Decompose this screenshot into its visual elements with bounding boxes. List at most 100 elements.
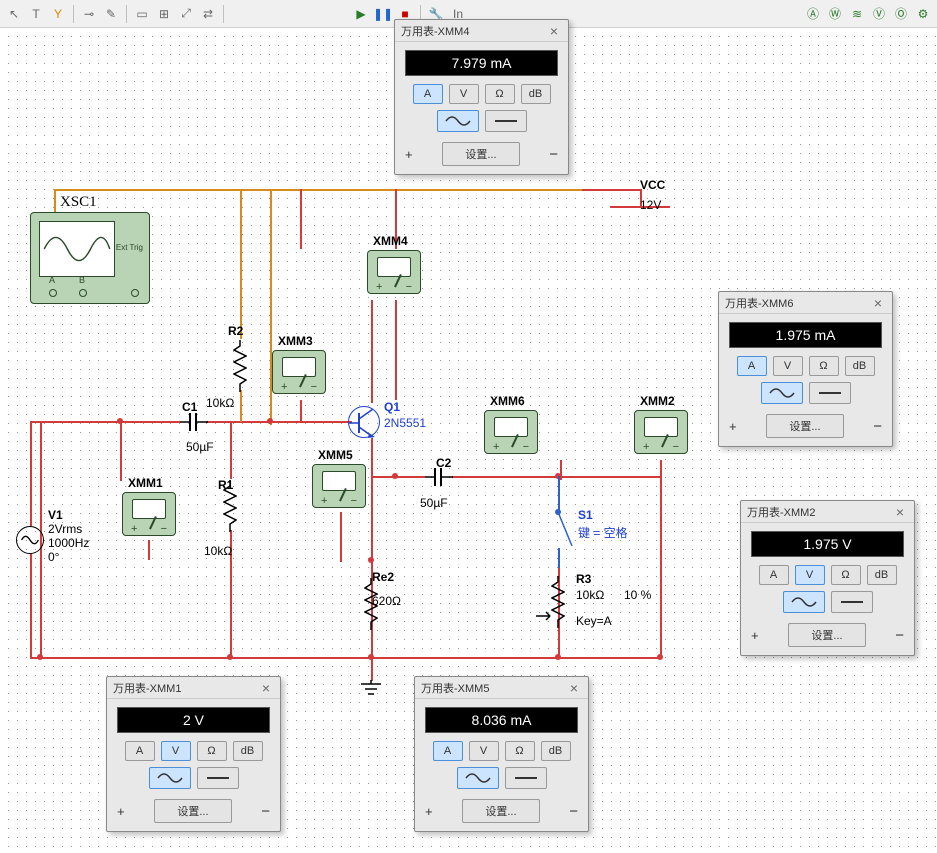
mode-a-button[interactable]: A — [759, 565, 789, 585]
panel-title: 万用表-XMM1 — [113, 680, 181, 696]
panel-xmm4[interactable]: 万用表-XMM4 × 7.979 mA A V Ω dB + 设置... − — [394, 19, 569, 175]
capacitor-c2[interactable] — [425, 465, 453, 489]
switch-s1[interactable] — [558, 512, 574, 548]
close-icon[interactable]: × — [566, 681, 582, 695]
xmm2-label: XMM2 — [640, 394, 675, 408]
mode-db-button[interactable]: dB — [845, 356, 875, 376]
resistor-re2[interactable] — [364, 578, 378, 630]
multimeter-xmm5[interactable]: +− — [312, 464, 366, 508]
mode-v-button[interactable]: V — [469, 741, 499, 761]
wire — [395, 300, 397, 400]
instrument-o-icon[interactable]: Ⓞ — [891, 4, 911, 24]
panel-title: 万用表-XMM5 — [421, 680, 489, 696]
panel-xmm5[interactable]: 万用表-XMM5 × 8.036 mA A V Ω dB + 设置... − — [414, 676, 589, 832]
multimeter-xmm6[interactable]: +− — [484, 410, 538, 454]
wave-ac-button[interactable] — [457, 767, 499, 789]
mode-db-button[interactable]: dB — [541, 741, 571, 761]
settings-button[interactable]: 设置... — [442, 142, 519, 166]
wave-ac-button[interactable] — [783, 591, 825, 613]
run-button[interactable]: ▶ — [351, 4, 371, 24]
mode-ohm-button[interactable]: Ω — [505, 741, 535, 761]
tool-text-icon[interactable]: T — [26, 4, 46, 24]
mode-ohm-button[interactable]: Ω — [485, 84, 515, 104]
tool-layout-icon[interactable]: ⊞ — [154, 4, 174, 24]
close-icon[interactable]: × — [870, 296, 886, 310]
s1-name: S1 — [578, 508, 593, 522]
mode-db-button[interactable]: dB — [867, 565, 897, 585]
wave-dc-button[interactable] — [485, 110, 527, 132]
close-icon[interactable]: × — [258, 681, 274, 695]
tool-swap-icon[interactable]: ⇄ — [198, 4, 218, 24]
pause-button[interactable]: ❚❚ — [373, 4, 393, 24]
mode-a-button[interactable]: A — [433, 741, 463, 761]
c1-val: 50µF — [186, 440, 214, 454]
wave-dc-button[interactable] — [505, 767, 547, 789]
settings-button[interactable]: 设置... — [788, 623, 865, 647]
instrument-sig-icon[interactable]: ≋ — [847, 4, 867, 24]
ac-source-v1[interactable] — [16, 526, 44, 554]
mode-ohm-button[interactable]: Ω — [809, 356, 839, 376]
capacitor-c1[interactable] — [180, 410, 208, 434]
instrument-v-icon[interactable]: Ⓥ — [869, 4, 889, 24]
junction-node — [392, 473, 398, 479]
wire — [30, 421, 32, 509]
multimeter-xmm3[interactable]: +− — [272, 350, 326, 394]
mode-v-button[interactable]: V — [161, 741, 191, 761]
minus-terminal: − — [895, 627, 904, 644]
wire — [340, 512, 342, 562]
wave-ac-button[interactable] — [761, 382, 803, 404]
q1-model: 2N5551 — [384, 416, 426, 430]
tool-pin-icon[interactable]: ⊸ — [79, 4, 99, 24]
vcc-val: 12V — [640, 198, 661, 212]
close-icon[interactable]: × — [892, 505, 908, 519]
mode-v-button[interactable]: V — [773, 356, 803, 376]
minus-terminal: − — [873, 418, 882, 435]
mode-db-button[interactable]: dB — [521, 84, 551, 104]
mode-ohm-button[interactable]: Ω — [197, 741, 227, 761]
settings-button[interactable]: 设置... — [766, 414, 843, 438]
wire — [300, 189, 302, 249]
multimeter-xmm4[interactable]: +− — [367, 250, 421, 294]
resistor-r1[interactable] — [223, 480, 237, 532]
tool-scale-icon[interactable]: ⤢ — [176, 4, 196, 24]
settings-icon[interactable]: ⚙ — [913, 4, 933, 24]
wave-ac-button[interactable] — [437, 110, 479, 132]
multimeter-xmm2[interactable]: +− — [634, 410, 688, 454]
mode-v-button[interactable]: V — [795, 565, 825, 585]
tool-group-icon[interactable]: ▭ — [132, 4, 152, 24]
r2-val: 10kΩ — [206, 396, 234, 410]
wire — [230, 421, 232, 479]
wave-dc-button[interactable] — [809, 382, 851, 404]
oscilloscope-xsc1[interactable]: Ext Trig A B — [30, 212, 150, 304]
r3-pct: 10 % — [624, 588, 651, 602]
wave-dc-button[interactable] — [831, 591, 873, 613]
instrument-w-icon[interactable]: Ⓦ — [825, 4, 845, 24]
tool-pencil-icon[interactable]: ✎ — [101, 4, 121, 24]
instrument-a-icon[interactable]: Ⓐ — [803, 4, 823, 24]
r1-val: 10kΩ — [204, 544, 232, 558]
resistor-r2[interactable] — [233, 340, 247, 392]
close-icon[interactable]: × — [546, 24, 562, 38]
mode-v-button[interactable]: V — [449, 84, 479, 104]
mode-ohm-button[interactable]: Ω — [831, 565, 861, 585]
s1-key: 键 = 空格 — [578, 524, 628, 541]
settings-button[interactable]: 设置... — [154, 799, 231, 823]
tool-select-icon[interactable]: ↖ — [4, 4, 24, 24]
transistor-q1[interactable] — [348, 406, 380, 438]
wave-dc-button[interactable] — [197, 767, 239, 789]
wire — [240, 189, 242, 339]
mode-a-button[interactable]: A — [125, 741, 155, 761]
xmm6-label: XMM6 — [490, 394, 525, 408]
multimeter-xmm1[interactable]: +− — [122, 492, 176, 536]
settings-button[interactable]: 设置... — [462, 799, 539, 823]
panel-xmm1[interactable]: 万用表-XMM1 × 2 V A V Ω dB + 设置... − — [106, 676, 281, 832]
mode-a-button[interactable]: A — [737, 356, 767, 376]
mode-a-button[interactable]: A — [413, 84, 443, 104]
wave-ac-button[interactable] — [149, 767, 191, 789]
mode-db-button[interactable]: dB — [233, 741, 263, 761]
plus-terminal: + — [117, 804, 125, 819]
panel-xmm2[interactable]: 万用表-XMM2 × 1.975 V A V Ω dB + 设置... − — [740, 500, 915, 656]
tool-y-icon[interactable]: Y — [48, 4, 68, 24]
plus-terminal: + — [405, 147, 413, 162]
panel-xmm6[interactable]: 万用表-XMM6 × 1.975 mA A V Ω dB + 设置... − — [718, 291, 893, 447]
